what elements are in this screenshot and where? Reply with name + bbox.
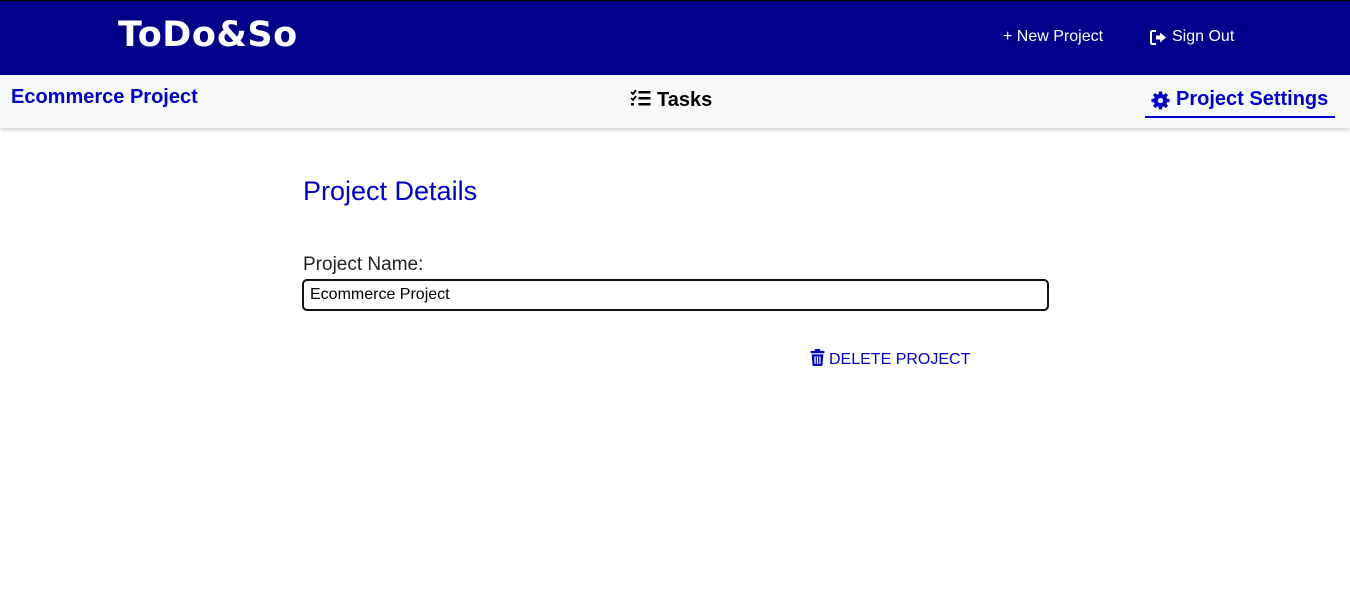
project-name-label: Project Name: [303, 254, 424, 275]
section-title: Project Details [303, 176, 478, 206]
project-nav: Ecommerce Project Tasks Project Settings [0, 75, 1350, 128]
project-name-input[interactable] [302, 279, 1049, 311]
app-logo[interactable]: ToDo&So [118, 15, 298, 55]
project-title: Ecommerce Project [11, 86, 198, 108]
sign-out-icon [1150, 29, 1167, 45]
new-project-link[interactable]: + New Project [1003, 28, 1103, 46]
new-project-label: + New Project [1003, 28, 1104, 45]
trash-icon [810, 349, 825, 371]
list-check-icon [630, 89, 651, 112]
gear-icon [1151, 91, 1170, 116]
tab-tasks-label: Tasks [657, 89, 713, 111]
top-header: ToDo&So + New Project Sign Out [0, 0, 1350, 75]
sign-out-link[interactable]: Sign Out [1150, 28, 1234, 46]
sign-out-label: Sign Out [1172, 28, 1235, 45]
tab-project-settings[interactable]: Project Settings [1145, 88, 1335, 118]
delete-project-button[interactable]: DELETE PROJECT [810, 349, 970, 371]
tab-project-settings-label: Project Settings [1176, 88, 1329, 110]
delete-project-label: DELETE PROJECT [829, 351, 971, 368]
tab-tasks[interactable]: Tasks [630, 89, 712, 112]
